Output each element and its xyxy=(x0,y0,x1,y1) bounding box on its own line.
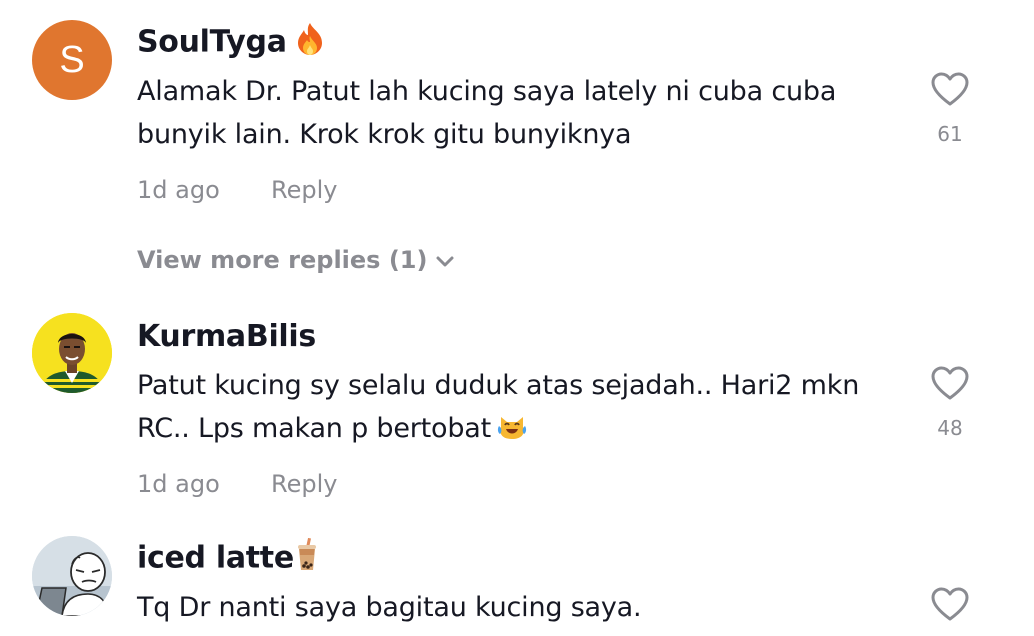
avatar-photo xyxy=(32,536,112,616)
avatar[interactable] xyxy=(32,313,112,393)
heart-icon xyxy=(931,366,969,400)
username-label: KurmaBilis xyxy=(137,319,316,354)
comment-text: Patut kucing sy selalu duduk atas sejada… xyxy=(137,364,907,454)
comment-time: 1d ago xyxy=(137,470,220,498)
comment-text-label: Alamak Dr. Patut lah kucing saya lately … xyxy=(137,76,837,150)
comment-meta: 1d ago Reply xyxy=(137,470,337,498)
like-button[interactable] xyxy=(930,365,970,401)
comment-username[interactable]: KurmaBilis xyxy=(137,319,316,354)
avatar[interactable]: S xyxy=(32,20,112,100)
like-count: 48 xyxy=(937,416,963,440)
comment-text: Alamak Dr. Patut lah kucing saya lately … xyxy=(137,70,907,156)
username-label: iced latte xyxy=(137,540,294,576)
view-more-label: View more replies (1) xyxy=(137,246,428,274)
view-more-replies-button[interactable]: View more replies (1) xyxy=(137,246,455,275)
fire-icon xyxy=(295,22,325,64)
reply-button[interactable]: Reply xyxy=(271,176,337,204)
reply-button[interactable]: Reply xyxy=(271,470,337,498)
comment-time: 1d ago xyxy=(137,176,220,204)
comment-item: KurmaBilis Patut kucing sy selalu duduk … xyxy=(0,300,1034,510)
chevron-down-icon xyxy=(435,247,455,275)
comment-item: S SoulTyga Alamak Dr. Patut lah kucing s… xyxy=(0,0,1034,230)
comment-text-label: Tq Dr nanti saya bagitau kucing saya. xyxy=(137,592,642,623)
crying-laughing-cat-icon xyxy=(497,411,527,454)
like-count: 61 xyxy=(937,122,963,146)
heart-icon xyxy=(931,587,969,621)
avatar[interactable] xyxy=(32,536,112,616)
heart-icon xyxy=(931,72,969,106)
comment-username[interactable]: iced latte xyxy=(137,537,318,580)
avatar-photo xyxy=(32,313,112,393)
comment-item: iced latte Tq Dr nanti saya bagitau kuci… xyxy=(0,520,1034,636)
comment-meta: 1d ago Reply xyxy=(137,176,337,204)
bubble-tea-icon xyxy=(296,537,318,580)
like-button[interactable] xyxy=(930,71,970,107)
like-button[interactable] xyxy=(930,586,970,622)
comment-username[interactable]: SoulTyga xyxy=(137,22,325,64)
username-label: SoulTyga xyxy=(137,24,287,60)
comment-text: Tq Dr nanti saya bagitau kucing saya. xyxy=(137,586,907,629)
avatar-letter: S xyxy=(59,38,85,81)
